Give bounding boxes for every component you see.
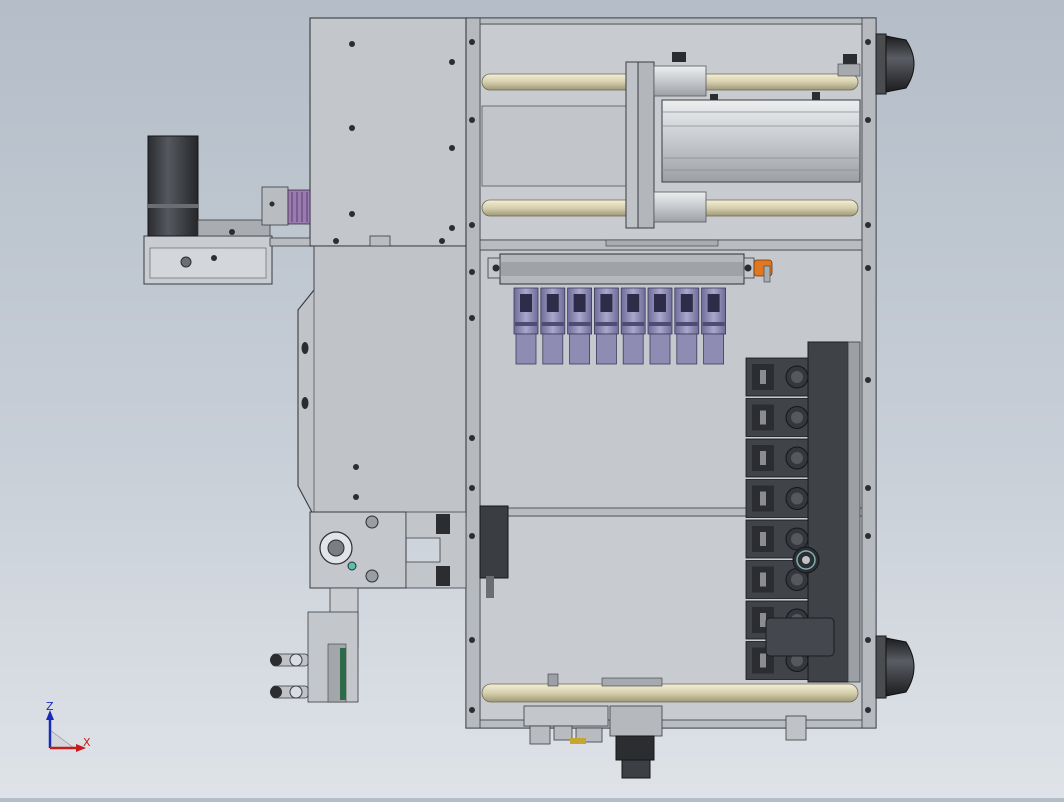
pneumatic-cylinder	[701, 287, 726, 365]
valve-manifold	[487, 253, 773, 285]
orientation-triad[interactable]: Z X	[46, 700, 91, 752]
pneumatic-cylinder	[567, 287, 592, 365]
rubber-foot-top	[875, 33, 915, 95]
push-fitting-lower	[270, 685, 309, 699]
valve-block	[745, 398, 809, 437]
cad-viewport[interactable]: Z X	[0, 0, 1064, 798]
push-fitting-upper	[270, 653, 309, 667]
motor-assembly	[143, 135, 311, 285]
pneumatic-cylinder	[594, 287, 619, 365]
pneumatic-cylinder	[620, 287, 646, 365]
left-mount-plate	[297, 17, 467, 517]
rubber-foot-bottom	[875, 635, 915, 699]
valve-block	[745, 438, 809, 478]
valve-block	[745, 479, 809, 518]
pneumatic-cylinder	[674, 287, 700, 365]
guide-rod-bottom	[481, 683, 859, 703]
pneumatic-cylinder	[513, 287, 539, 365]
bearing-wheel	[792, 546, 820, 574]
x-axis-label: X	[83, 736, 91, 749]
pneumatic-cylinder	[540, 287, 566, 365]
model-drawing: Z X	[46, 17, 915, 779]
pneumatic-cylinder	[647, 287, 673, 365]
valve-block	[745, 357, 809, 397]
z-axis-label: Z	[46, 700, 54, 713]
sensor-housing	[765, 617, 835, 657]
